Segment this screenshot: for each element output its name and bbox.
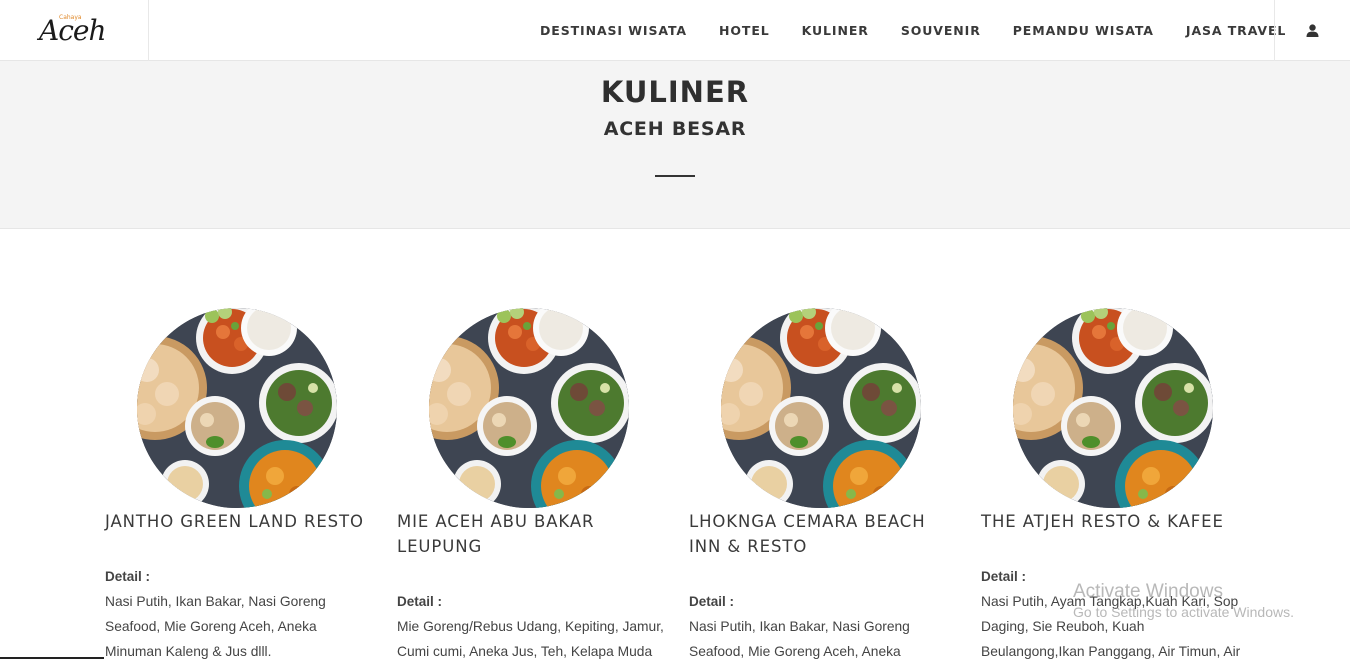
detail-text: Nasi Putih, Ikan Bakar, Nasi Goreng Seaf… <box>689 619 910 659</box>
page-title: KULINER <box>600 75 750 109</box>
food-image[interactable] <box>1013 308 1213 508</box>
restaurant-name[interactable]: MIE ACEH ABU BAKAR LEUPUNG <box>397 509 667 559</box>
page-subtitle: ACEH BESAR <box>603 118 747 140</box>
nav-kuliner[interactable]: KULINER <box>802 23 869 38</box>
food-image[interactable] <box>137 308 337 508</box>
user-account-button[interactable] <box>1274 0 1350 61</box>
nav-jasa-travel[interactable]: JASA TRAVEL <box>1186 23 1286 38</box>
nav-souvenir[interactable]: SOUVENIR <box>901 23 981 38</box>
restaurant-name[interactable]: THE ATJEH RESTO & KAFEE <box>981 509 1251 534</box>
restaurant-name[interactable]: LHOKNGA CEMARA BEACH INN & RESTO <box>689 509 959 559</box>
detail-text: Mie Goreng/Rebus Udang, Kepiting, Jamur,… <box>397 619 664 659</box>
user-icon <box>1306 24 1319 37</box>
title-divider <box>655 175 695 177</box>
detail-label: Detail : <box>689 594 735 609</box>
nav-hotel[interactable]: HOTEL <box>719 23 770 38</box>
page-hero: KULINER ACEH BESAR <box>0 61 1350 229</box>
food-image[interactable] <box>721 308 921 508</box>
food-image[interactable] <box>429 308 629 508</box>
watermark-title: Activate Windows <box>1073 581 1223 602</box>
site-header: Aceh Cahaya DESTINASI WISATA HOTEL KULIN… <box>0 0 1350 61</box>
detail-text: Nasi Putih, Ikan Bakar, Nasi Goreng Seaf… <box>105 594 326 659</box>
detail-label: Detail : <box>397 594 443 609</box>
logo: Aceh Cahaya <box>39 13 109 49</box>
activate-windows-watermark: Activate Windows Go to Settings to activ… <box>1073 581 1294 620</box>
restaurant-name[interactable]: JANTHO GREEN LAND RESTO <box>105 509 375 534</box>
watermark-subtitle: Go to Settings to activate Windows. <box>1073 604 1294 620</box>
nav-destinasi-wisata[interactable]: DESTINASI WISATA <box>540 23 687 38</box>
nav-pemandu-wisata[interactable]: PEMANDU WISATA <box>1013 23 1154 38</box>
main-nav: DESTINASI WISATA HOTEL KULINER SOUVENIR … <box>524 0 1302 61</box>
logo-small-text: Cahaya <box>59 13 82 21</box>
detail-label: Detail : <box>981 569 1027 584</box>
logo-link[interactable]: Aceh Cahaya <box>0 0 149 61</box>
detail-label: Detail : <box>105 569 151 584</box>
